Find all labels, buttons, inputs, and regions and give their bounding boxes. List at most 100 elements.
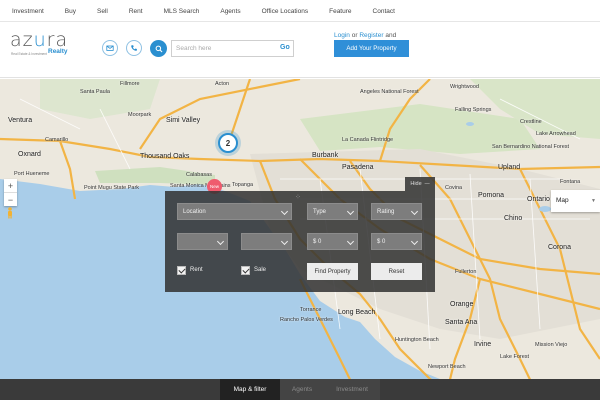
place-label: Pomona xyxy=(478,192,505,199)
nav-item-buy[interactable]: Buy xyxy=(65,8,76,15)
nav-item-mls-search[interactable]: MLS Search xyxy=(164,8,200,15)
place-label: Irvine xyxy=(474,341,492,348)
place-label: Topanga xyxy=(232,182,254,188)
place-label: Santa Paula xyxy=(80,89,110,95)
chevron-down-icon xyxy=(216,237,225,246)
street-view-pegman-icon[interactable] xyxy=(6,207,14,219)
nav-item-feature[interactable]: Feature xyxy=(329,8,351,15)
tab-agents[interactable]: Agents xyxy=(280,379,324,400)
place-label: Santa Ana xyxy=(445,319,478,326)
property-cluster-marker[interactable]: 2 xyxy=(218,133,238,153)
nav-item-contact[interactable]: Contact xyxy=(373,8,395,15)
reset-button[interactable]: Reset xyxy=(371,263,422,280)
place-label: Fontana xyxy=(560,179,581,185)
go-button[interactable]: Go xyxy=(280,44,290,51)
place-label: Pasadena xyxy=(342,164,374,171)
place-label: Huntington Beach xyxy=(395,337,439,343)
place-label: San Bernardino National Forest xyxy=(492,144,570,150)
place-label: Falling Springs xyxy=(455,107,492,113)
hide-label: Hide xyxy=(410,181,422,187)
rent-label: Rent xyxy=(190,267,203,273)
search-icon xyxy=(155,45,162,52)
or-text: or xyxy=(351,32,358,39)
chevron-down-icon xyxy=(410,237,419,246)
login-link[interactable]: Login xyxy=(334,32,350,39)
place-label: Acton xyxy=(215,81,230,87)
lake xyxy=(539,206,551,212)
place-label: Wrightwood xyxy=(450,84,479,90)
place-label: Ontario xyxy=(527,196,550,203)
nav-item-sell[interactable]: Sell xyxy=(97,8,108,15)
place-label: Moorpark xyxy=(128,112,152,118)
envelope-icon xyxy=(106,45,114,51)
map-type-label: Map xyxy=(556,197,569,204)
place-label: Camarillo xyxy=(45,137,69,143)
max-price-select[interactable]: $ 0 xyxy=(371,233,422,250)
min-price-value: $ 0 xyxy=(313,238,322,245)
type-select[interactable]: Type xyxy=(307,203,358,220)
place-label: Fillmore xyxy=(120,81,140,87)
add-property-button[interactable]: Add Your Property xyxy=(334,40,409,57)
place-label: Mission Viejo xyxy=(535,342,568,348)
chevron-down-icon xyxy=(280,207,289,216)
place-label: Thousand Oaks xyxy=(140,153,190,160)
place-label: Fullerton xyxy=(455,269,477,275)
chevron-down-icon xyxy=(410,207,419,216)
place-label: Upland xyxy=(498,164,521,171)
register-link[interactable]: Register xyxy=(359,32,383,39)
place-label: Rancho Palos Verdes xyxy=(280,317,333,323)
zoom-in-button[interactable]: + xyxy=(4,179,17,192)
place-label: Corona xyxy=(548,244,571,251)
place-label: Orange xyxy=(450,301,474,308)
place-label: Chino xyxy=(504,215,523,222)
zoom-out-button[interactable]: − xyxy=(4,193,17,206)
rating-select[interactable]: Rating xyxy=(371,203,422,220)
top-navigation: Investment Buy Sell Rent MLS Search Agen… xyxy=(0,0,600,22)
place-label: Crestline xyxy=(520,119,542,125)
rent-checkbox[interactable] xyxy=(177,266,186,275)
drag-handle-icon[interactable]: ⁘ xyxy=(295,193,301,201)
search-input[interactable] xyxy=(171,40,294,57)
logo-tagline: Real Estate & Investment xyxy=(11,52,47,56)
min-price-select[interactable]: $ 0 xyxy=(307,233,358,250)
nav-item-rent[interactable]: Rent xyxy=(129,8,143,15)
search-button[interactable] xyxy=(150,40,167,57)
place-label: Burbank xyxy=(312,152,339,159)
find-property-button[interactable]: Find Property xyxy=(307,263,358,280)
logo-wordmark: azura xyxy=(10,29,69,51)
phone-icon xyxy=(131,45,137,51)
zoom-control: + − xyxy=(4,179,17,206)
place-label: Lake Forest xyxy=(500,354,530,360)
and-text: and xyxy=(385,32,397,39)
place-label: Ventura xyxy=(8,117,33,124)
place-label: Oxnard xyxy=(18,151,41,158)
sale-checkbox[interactable] xyxy=(241,266,250,275)
place-label: Long Beach xyxy=(338,309,376,316)
place-label: Lake Arrowhead xyxy=(536,131,576,137)
tab-map-filter[interactable]: Map & filter xyxy=(220,379,280,400)
place-label: Simi Valley xyxy=(166,117,201,124)
place-label: Covina xyxy=(445,185,463,191)
nav-item-agents[interactable]: Agents xyxy=(220,8,240,15)
bottom-tab-bar: Map & filter Agents Investment xyxy=(0,379,600,400)
max-price-value: $ 0 xyxy=(377,238,386,245)
login-register-line: Login or Register and xyxy=(334,32,396,39)
logo[interactable]: azura Real Estate & Investment Realty xyxy=(10,31,74,63)
email-button[interactable] xyxy=(102,40,118,56)
sale-label: Sale xyxy=(254,267,267,273)
hide-filter-toggle[interactable]: Hide — xyxy=(405,177,435,191)
phone-button[interactable] xyxy=(126,40,142,56)
place-label: Calabasas xyxy=(186,172,212,178)
tab-investment[interactable]: Investment xyxy=(324,379,380,400)
nav-item-investment[interactable]: Investment xyxy=(12,8,44,15)
beds-select[interactable] xyxy=(177,233,228,250)
chevron-down-icon xyxy=(346,237,355,246)
nav-item-office-locations[interactable]: Office Locations xyxy=(262,8,309,15)
chevron-down-icon xyxy=(280,237,289,246)
location-select[interactable]: Location xyxy=(177,203,292,220)
rating-select-label: Rating xyxy=(377,208,395,215)
map-type-select[interactable]: Map ▼ xyxy=(551,190,600,212)
place-label: Torrance xyxy=(300,307,322,313)
baths-select[interactable] xyxy=(241,233,292,250)
minus-icon: — xyxy=(424,181,430,187)
